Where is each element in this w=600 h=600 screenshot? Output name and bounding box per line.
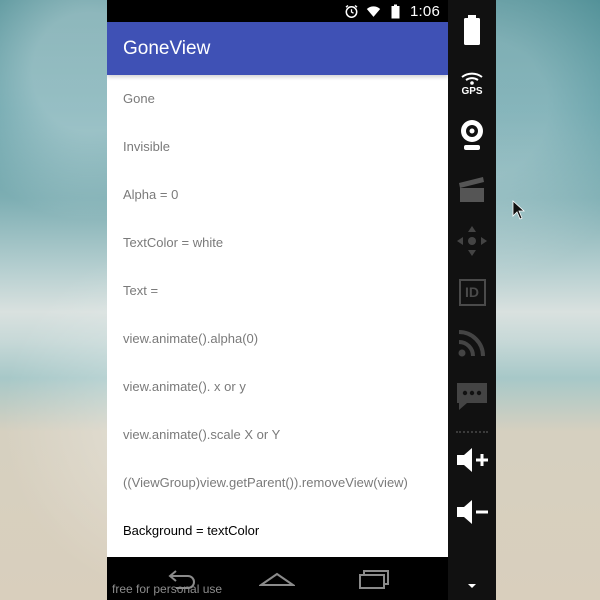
emulator-screen: 1:06 GoneView Gone Invisible Alpha = 0 T… (107, 0, 448, 600)
list-item-background[interactable]: Background = textColor (123, 522, 259, 540)
back-icon[interactable] (163, 565, 203, 593)
chevron-down-icon[interactable] (452, 572, 492, 600)
app-bar: GoneView (107, 22, 448, 75)
list-item-alpha[interactable]: Alpha = 0 (123, 186, 178, 204)
nav-bar (107, 557, 448, 600)
home-icon[interactable] (257, 565, 297, 593)
list-item-gone[interactable]: Gone (123, 90, 155, 108)
list-item-animate-scale[interactable]: view.animate().scale X or Y (123, 426, 280, 444)
content-list: Gone Invisible Alpha = 0 TextColor = whi… (107, 75, 448, 557)
rss-icon[interactable] (452, 323, 492, 363)
app-title: GoneView (123, 37, 211, 59)
volume-up-icon[interactable] (452, 440, 492, 480)
gps-icon[interactable]: GPS (452, 64, 492, 104)
battery-icon[interactable] (452, 10, 492, 50)
id-icon[interactable]: ID (452, 272, 492, 312)
list-item-animate-alpha[interactable]: view.animate().alpha(0) (123, 330, 258, 348)
list-item-invisible[interactable]: Invisible (123, 138, 170, 156)
alarm-icon (344, 4, 359, 19)
mouse-cursor-icon (512, 200, 526, 220)
separator (456, 431, 488, 434)
gps-label: GPS (461, 85, 483, 97)
emulator-side-panel: GPS ID (448, 0, 496, 600)
clapperboard-icon[interactable] (452, 169, 492, 209)
status-bar: 1:06 (107, 0, 448, 22)
status-time: 1:06 (410, 2, 440, 20)
sms-icon[interactable] (452, 376, 492, 416)
list-item-animate-xy[interactable]: view.animate(). x or y (123, 378, 246, 396)
dpad-icon[interactable] (452, 221, 492, 261)
battery-icon (388, 4, 403, 19)
volume-down-icon[interactable] (452, 492, 492, 532)
camera-icon[interactable] (452, 115, 492, 155)
wifi-icon (366, 4, 381, 19)
recents-icon[interactable] (353, 565, 393, 593)
list-item-text[interactable]: Text = (123, 282, 158, 300)
id-label: ID (458, 278, 486, 306)
list-item-remove-view[interactable]: ((ViewGroup)view.getParent()).removeView… (123, 474, 408, 492)
list-item-textcolor[interactable]: TextColor = white (123, 234, 223, 252)
